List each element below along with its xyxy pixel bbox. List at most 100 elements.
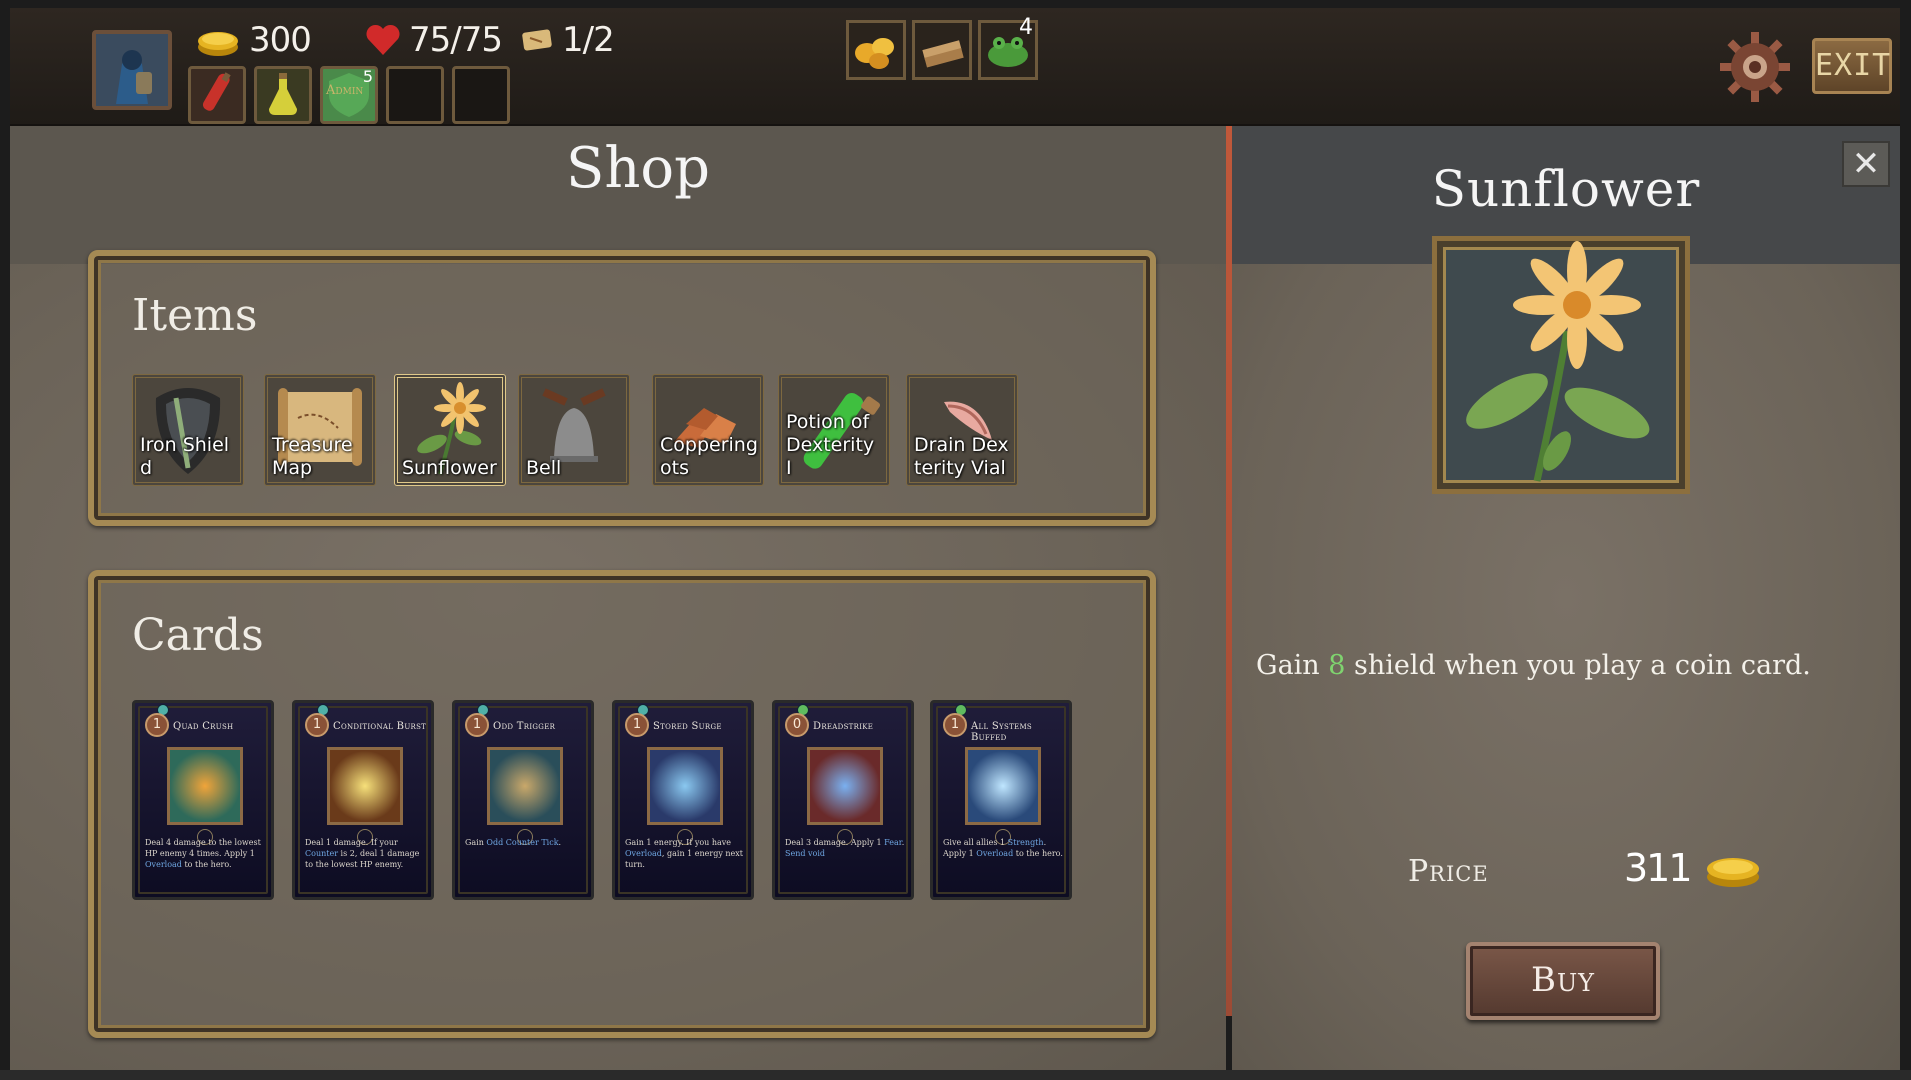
card-cost: 0 (785, 713, 809, 737)
card-art (487, 747, 563, 825)
shop-item-sunflower[interactable]: Sunflower (394, 374, 506, 486)
gold-coins-icon (198, 32, 238, 56)
card-name: Quad Crush (173, 721, 234, 732)
sunflower-icon (1466, 241, 1650, 482)
relic-frog[interactable]: 4 (978, 15, 1038, 80)
bottom-strip (0, 1070, 1911, 1080)
health-amount: 75/75 (409, 20, 503, 60)
relic-lemons[interactable] (846, 20, 906, 80)
card-text-part: Odd Counter Tick (486, 838, 559, 847)
card-cost: 1 (625, 713, 649, 737)
card-text: Deal 4 damage to the lowest HP enemy 4 t… (145, 837, 265, 870)
exit-button[interactable]: EXIT (1812, 38, 1892, 94)
shop-item-treasure-map[interactable]: Treasure Map (264, 374, 376, 486)
gear-icon (1720, 32, 1790, 102)
potion-slot-3[interactable]: Admin 5 (320, 66, 378, 124)
card-name: All Systems Buffed (971, 721, 1033, 743)
hero-portrait[interactable] (92, 30, 172, 110)
card-text-part: is (338, 849, 350, 858)
card-text: Deal 3 damage. Apply 1 Fear. Send void (785, 837, 905, 859)
shop-card[interactable]: 0 Dreadstrike Deal 3 damage. Apply 1 Fear.… (772, 700, 914, 900)
card-text-part: to the hero. (1013, 849, 1063, 858)
heart-icon (366, 24, 400, 55)
card-cost: 1 (145, 713, 169, 737)
gold-amount: 300 (249, 20, 312, 60)
card-text-part: damage. If your (331, 838, 398, 847)
close-button[interactable]: ✕ (1842, 141, 1890, 187)
health-counter: 75/75 (365, 18, 503, 62)
shop-card[interactable]: 1 Conditional Burst Deal 1 damage. If your… (292, 700, 434, 900)
shop-item-iron-shield[interactable]: Iron Shield (132, 374, 244, 486)
shop-card[interactable]: 1 All Systems Buffed Give all allies 1 Str… (930, 700, 1072, 900)
detail-title: Sunflower (1431, 160, 1701, 218)
relic-wood-planks[interactable] (912, 20, 972, 80)
card-text-part: Deal (785, 838, 807, 847)
card-text-part: Overload (976, 849, 1014, 858)
card-text-part: times. Apply (194, 849, 250, 858)
admin-count: 5 (362, 67, 373, 86)
top-bar: 300 75/75 1/2 Admin 5 4 EXIT (10, 8, 1900, 126)
shop-item-potion-of-dexterity[interactable]: Potion of Dexterity I (778, 374, 890, 486)
yellow-potion-icon (269, 73, 297, 115)
desc-text-after: shield when you play a coin card. (1345, 650, 1811, 681)
item-label: Treasure Map (272, 434, 353, 479)
item-description: Gain 8 shield when you play a coin card. (1256, 650, 1876, 681)
card-text-part: . (558, 838, 562, 847)
card-text-part: Strength (1007, 838, 1044, 847)
map-counter: 1/2 (520, 18, 615, 62)
item-label: Iron Shield (140, 434, 230, 479)
card-text-part: Send void (785, 849, 826, 858)
desc-shield-amount: 8 (1328, 650, 1346, 681)
card-name: Stored Surge (653, 721, 722, 732)
shop-card[interactable]: 1 Odd Trigger Gain Odd Counter Tick. (452, 700, 594, 900)
card-text: Gain Odd Counter Tick. (465, 837, 585, 848)
card-art (807, 747, 883, 825)
shop-item-copperingots[interactable]: Copperingots (652, 374, 764, 486)
card-cost: 1 (305, 713, 329, 737)
potion-slot-1[interactable] (188, 66, 246, 124)
card-text-part: damage. Apply (811, 838, 877, 847)
shop-item-drain-dexterity-vial[interactable]: Drain Dexterity Vial (906, 374, 1018, 486)
relic-frog-count: 4 (1019, 15, 1033, 40)
card-name: Conditional Burst (333, 721, 427, 732)
card-art (965, 747, 1041, 825)
item-label: Drain Dexterity Vial (914, 434, 1009, 479)
shop-card[interactable]: 1 Stored Surge Gain 1 energy. If you have … (612, 700, 754, 900)
shop-card[interactable]: 1 Quad Crush Deal 4 damage to the lowest H… (132, 700, 274, 900)
card-text-part: Gain (625, 838, 647, 847)
card-name: Dreadstrike (813, 721, 874, 732)
settings-gear-button[interactable] (1718, 30, 1792, 104)
gold-coins-icon (1706, 858, 1759, 887)
potion-slot-2[interactable] (254, 66, 312, 124)
card-text: Give all allies 1 Strength. Apply 1 Over… (943, 837, 1063, 859)
card-text-part: Counter (305, 849, 339, 858)
card-art (167, 747, 243, 825)
card-text-part: Give all allies (943, 838, 1001, 847)
card-text-part: Fear (884, 838, 902, 847)
desc-text-before: Gain (1256, 650, 1329, 681)
buy-button[interactable]: Buy (1466, 942, 1660, 1020)
potion-slot-5[interactable] (452, 66, 510, 124)
card-text-part: , deal (354, 849, 380, 858)
card-art (647, 747, 723, 825)
card-text: Gain 1 energy. If you have Overload, gai… (625, 837, 745, 870)
wood-planks-relic-icon (922, 40, 964, 68)
shop-item-bell[interactable]: Bell (518, 374, 630, 486)
map-progress: 1/2 (562, 20, 615, 60)
cards-heading: Cards (132, 610, 264, 661)
card-text-part: to the hero. (181, 860, 232, 869)
card-text-part: . (901, 838, 905, 847)
item-label: Copperingots (660, 434, 758, 479)
gold-counter: 300 (195, 18, 312, 62)
card-text: Deal 1 damage. If your Counter is 2, dea… (305, 837, 425, 870)
potion-slot-4[interactable] (386, 66, 444, 124)
card-cost: 1 (465, 713, 489, 737)
card-text-part: Deal (145, 838, 167, 847)
card-text-part: 1 (968, 849, 974, 858)
card-text-part: , gain (661, 849, 688, 858)
price-label: Price (1408, 854, 1489, 889)
detail-item-art (1432, 236, 1690, 494)
lemons-relic-icon (855, 38, 894, 69)
item-label: Potion of Dexterity I (786, 411, 875, 479)
admin-label: Admin (326, 83, 364, 98)
